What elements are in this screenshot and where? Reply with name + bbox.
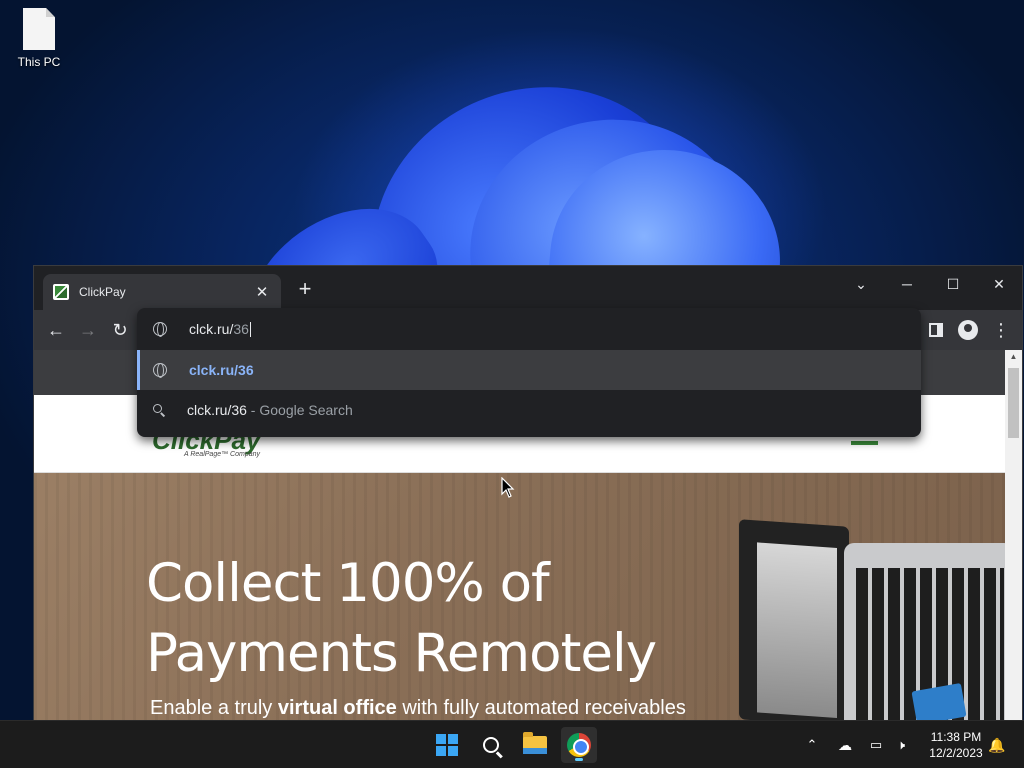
taskbar-search-button[interactable] bbox=[473, 727, 509, 763]
forward-button[interactable]: → bbox=[75, 317, 101, 343]
back-button[interactable]: ← bbox=[43, 317, 69, 343]
profile-button[interactable] bbox=[955, 317, 981, 343]
suggestion-search[interactable]: clck.ru/36 - Google Search bbox=[137, 390, 921, 430]
folder-icon bbox=[523, 732, 547, 754]
taskbar: ⌃ ☁ ▭ 🕨 11:38 PM 12/2/2023 🔔 bbox=[0, 720, 1024, 768]
hero-heading: Collect 100% of Payments Remotely bbox=[146, 549, 657, 689]
side-panel-button[interactable] bbox=[923, 317, 949, 343]
chrome-menu-button[interactable]: ⋮ bbox=[988, 317, 1014, 343]
scroll-up-arrow-icon[interactable]: ▲ bbox=[1005, 350, 1022, 364]
text-caret bbox=[249, 322, 251, 338]
address-bar[interactable]: clck.ru/36 bbox=[137, 308, 921, 350]
hero-heading-line2: Payments Remotely bbox=[146, 623, 657, 684]
search-icon bbox=[483, 737, 499, 753]
file-explorer-button[interactable] bbox=[517, 727, 553, 763]
close-window-button[interactable]: ✕ bbox=[979, 270, 1019, 298]
globe-icon bbox=[153, 322, 167, 337]
windows-bloom-graphic bbox=[220, 80, 840, 280]
network-icon[interactable]: ▭ bbox=[866, 721, 886, 768]
reload-button[interactable]: ↻ bbox=[107, 317, 133, 343]
suggestion-query: clck.ru/36 bbox=[187, 402, 247, 418]
start-button[interactable] bbox=[429, 727, 465, 763]
scroll-thumb[interactable] bbox=[1008, 368, 1019, 438]
menu-indicator[interactable] bbox=[851, 441, 878, 445]
minimize-button[interactable]: ─ bbox=[887, 270, 927, 298]
desktop-icon-this-pc[interactable]: This PC bbox=[14, 8, 64, 69]
profile-icon bbox=[958, 320, 978, 341]
typed-text: clck.ru/ bbox=[189, 320, 234, 337]
maximize-button[interactable]: ☐ bbox=[933, 270, 973, 298]
laptop-image bbox=[739, 519, 849, 721]
hero-subtitle: Enable a truly virtual office with fully… bbox=[150, 697, 686, 720]
omnibox-dropdown: clck.ru/36 clck.ru/36 clck.ru/36 - Googl… bbox=[137, 308, 921, 437]
desktop-icon-label: This PC bbox=[17, 55, 61, 69]
clickpay-favicon-icon bbox=[53, 284, 69, 300]
system-clock[interactable]: 11:38 PM 12/2/2023 bbox=[916, 729, 996, 761]
new-tab-button[interactable]: + bbox=[292, 277, 318, 303]
notification-bell-icon[interactable]: 🔔 bbox=[988, 737, 1005, 753]
onedrive-icon[interactable]: ☁ bbox=[834, 721, 856, 768]
tab-close-icon[interactable]: ✕ bbox=[253, 283, 271, 301]
tab-search-button[interactable]: ⌄ bbox=[841, 270, 881, 298]
suggestion-text: clck.ru/36 bbox=[189, 362, 254, 378]
hero-heading-line1: Collect 100% of bbox=[146, 553, 550, 614]
tab-clickpay[interactable]: ClickPay ✕ bbox=[43, 274, 281, 310]
file-icon bbox=[23, 8, 55, 50]
suggestion-url[interactable]: clck.ru/36 bbox=[137, 350, 921, 390]
hero-sub-bold: virtual office bbox=[277, 697, 397, 719]
clock-time: 11:38 PM bbox=[930, 730, 982, 744]
globe-icon bbox=[153, 363, 167, 378]
tab-strip: ClickPay ✕ + ⌄ ─ ☐ ✕ bbox=[34, 266, 1022, 310]
logo-tagline: A RealPage™ Company bbox=[184, 451, 261, 458]
suggestion-text: clck.ru/36 - Google Search bbox=[187, 402, 353, 418]
mouse-cursor-icon bbox=[501, 477, 515, 498]
suggestion-suffix: - Google Search bbox=[246, 402, 353, 418]
chrome-icon bbox=[567, 733, 591, 757]
windows-logo-icon bbox=[436, 734, 458, 756]
inline-autocomplete: 36 bbox=[233, 320, 249, 337]
show-hidden-icons-button[interactable]: ⌃ bbox=[802, 721, 822, 768]
chrome-taskbar-button[interactable] bbox=[561, 727, 597, 763]
tab-title: ClickPay bbox=[79, 285, 126, 299]
hero-section: Collect 100% of Payments Remotely Enable … bbox=[34, 473, 1006, 721]
hero-sub-end: with fully automated receivables bbox=[396, 697, 686, 719]
hero-sub-start: Enable a truly bbox=[150, 697, 278, 719]
volume-muted-icon[interactable]: 🕨 bbox=[891, 721, 911, 768]
side-panel-icon bbox=[929, 323, 943, 338]
clock-date: 12/2/2023 bbox=[929, 746, 983, 760]
page-scrollbar[interactable]: ▲ bbox=[1005, 350, 1022, 721]
address-input[interactable]: clck.ru/36 bbox=[189, 321, 251, 338]
chrome-window: ClickPay ✕ + ⌄ ─ ☐ ✕ ← → ↻ ⋮ clck.ru/36 … bbox=[33, 265, 1023, 721]
search-icon bbox=[153, 404, 165, 416]
